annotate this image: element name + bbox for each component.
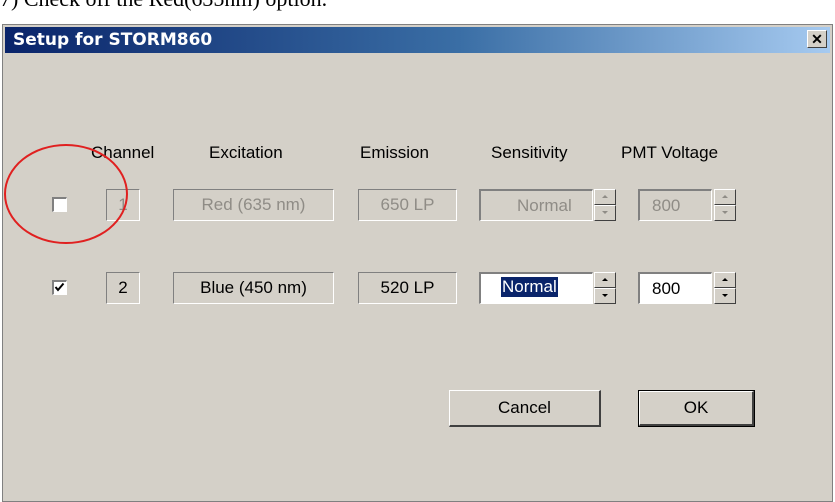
channel-2-sensitivity-value: Normal [501,277,558,297]
header-emission: Emission [360,143,429,162]
channel-1-sensitivity-field[interactable]: Normal [479,189,593,221]
arrow-up-icon[interactable] [594,189,616,205]
header-sensitivity: Sensitivity [491,143,568,162]
cancel-button[interactable]: Cancel [449,390,601,427]
channel-2-pmt-value: 800 [652,279,681,298]
arrow-down-icon[interactable] [594,288,616,304]
close-icon: ✕ [811,31,823,47]
arrow-up-icon[interactable] [594,272,616,288]
header-excitation: Excitation [209,143,283,162]
check-icon [54,282,65,292]
channel-2-number: 2 [106,272,140,304]
arrow-up-icon[interactable] [714,272,736,288]
channel-1-sensitivity-spinner[interactable] [594,189,616,221]
channel-2-checkbox[interactable] [52,280,67,295]
highlight-circle [4,144,128,244]
channel-1-pmt-spinner[interactable] [714,189,736,221]
arrow-down-icon[interactable] [594,205,616,221]
channel-2-excitation: Blue (450 nm) [173,272,334,304]
header-pmt-voltage: PMT Voltage [621,143,719,162]
ok-button[interactable]: OK [638,390,755,427]
arrow-up-icon[interactable] [714,189,736,205]
arrow-down-icon[interactable] [714,288,736,304]
channel-1-pmt-value: 800 [652,196,681,215]
instruction-caption: 7) Check off the Red(635nm) option. [0,0,327,12]
channel-1-sensitivity-value: Normal [517,196,572,215]
close-button[interactable]: ✕ [807,30,827,48]
channel-2-sensitivity-field[interactable]: Normal [479,272,593,304]
channel-1-excitation: Red (635 nm) [173,189,334,221]
channel-1-emission: 650 LP [358,189,457,221]
channel-2-pmt-field[interactable]: 800 [638,272,712,304]
setup-dialog: Setup for STORM860 ✕ Channel Excitation … [2,24,833,502]
channel-2-sensitivity-spinner[interactable] [594,272,616,304]
dialog-title: Setup for STORM860 [13,30,213,50]
arrow-down-icon[interactable] [714,205,736,221]
channel-2-emission: 520 LP [358,272,457,304]
channel-2-pmt-spinner[interactable] [714,272,736,304]
title-bar: Setup for STORM860 ✕ [5,27,830,53]
channel-1-pmt-field[interactable]: 800 [638,189,712,221]
